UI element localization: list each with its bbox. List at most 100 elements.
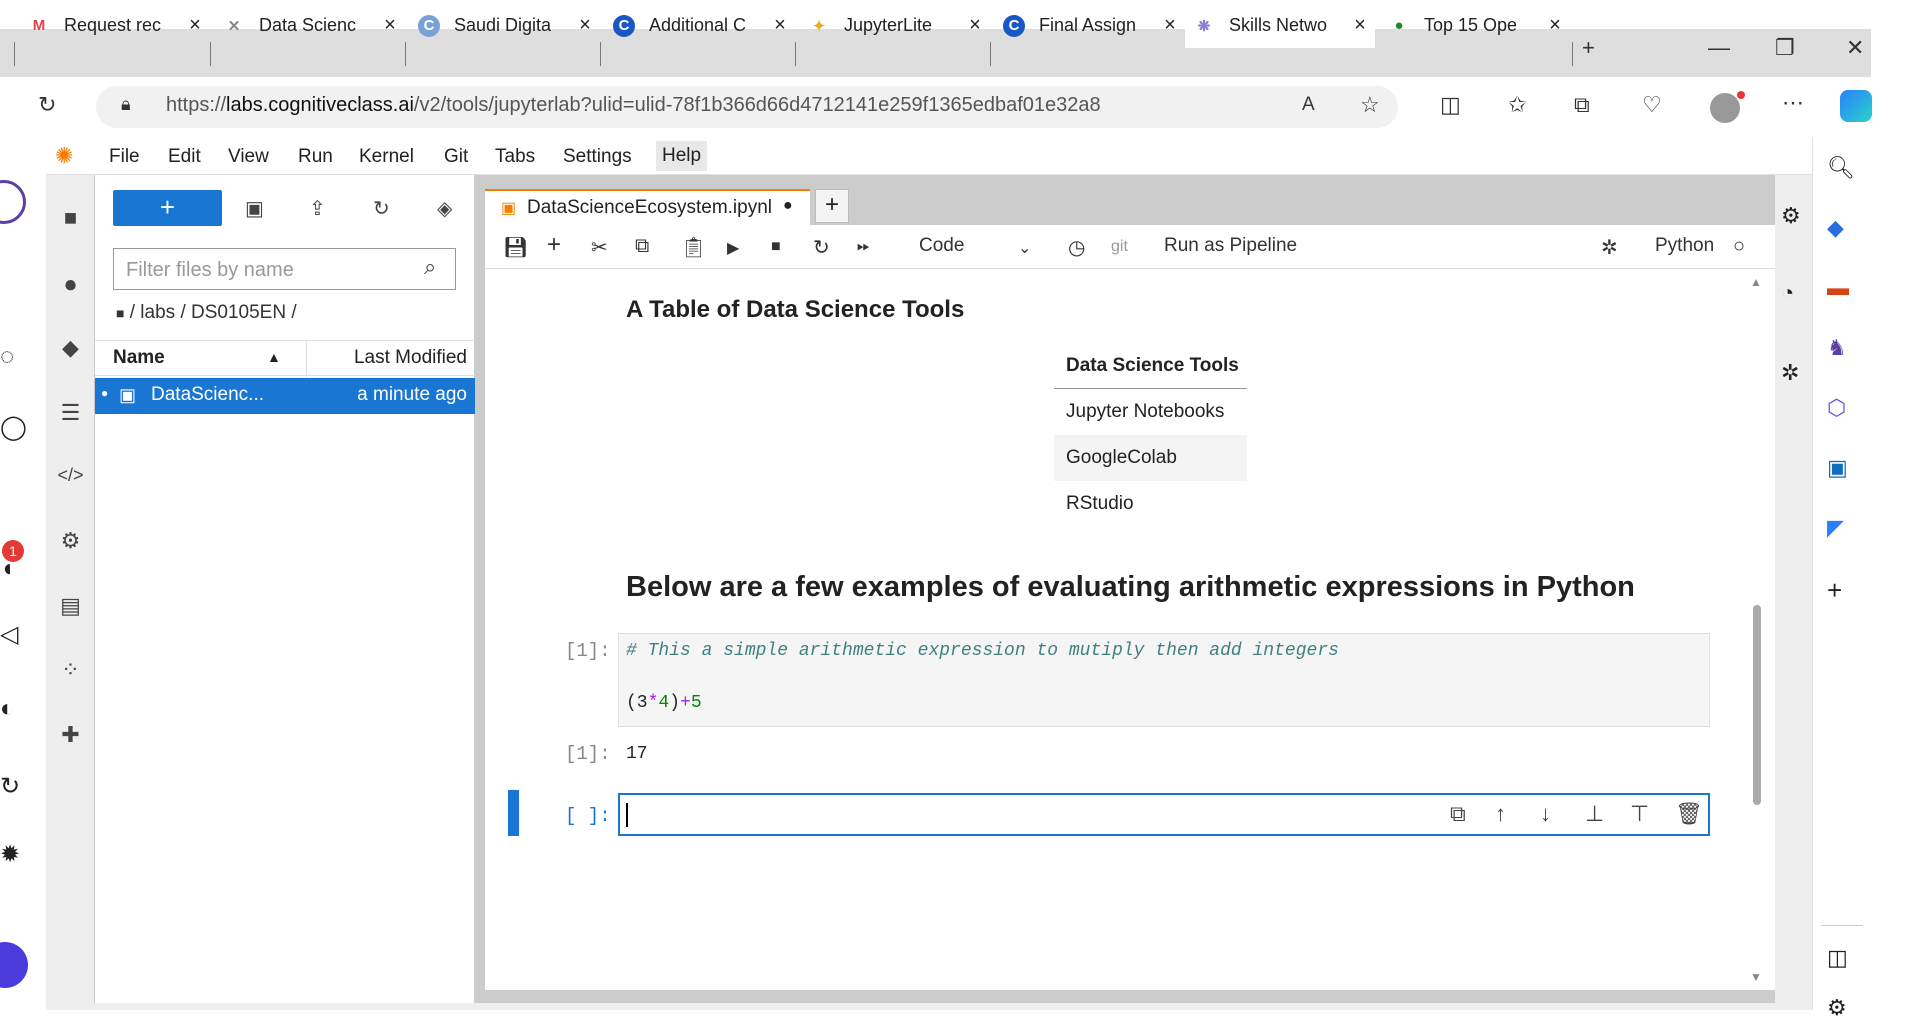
duplicate-cell-icon[interactable]: ⧉ <box>1450 801 1466 827</box>
performance-icon[interactable]: ♡ <box>1642 92 1662 118</box>
minimize-icon[interactable]: — <box>1708 35 1730 61</box>
panel-splitter[interactable] <box>475 175 485 1010</box>
folder-icon[interactable]: ■ <box>46 205 95 231</box>
browser-tab-2[interactable]: ✕ Data Scienc × <box>215 3 405 48</box>
menu-file[interactable]: File <box>109 146 140 168</box>
insert-cell-icon[interactable]: + <box>547 231 561 259</box>
notebook-tab[interactable]: ▣ DataScienceEcosystem.ipynl ● <box>485 189 810 225</box>
scroll-up-icon[interactable]: ▲ <box>1750 275 1762 289</box>
sort-up-icon[interactable]: ▲ <box>267 349 281 365</box>
search-icon[interactable]: 🔍︎ <box>1827 155 1855 181</box>
more-menu-icon[interactable]: ⋯ <box>1782 90 1804 116</box>
restore-icon[interactable]: ❐ <box>1775 35 1795 61</box>
column-name[interactable]: Name <box>113 347 165 369</box>
outlook-icon[interactable]: ▣ <box>1827 455 1848 481</box>
office-icon[interactable]: ⬡ <box>1827 395 1846 421</box>
fast-forward-icon[interactable]: ⏩︎ <box>857 238 870 256</box>
file-row[interactable]: ● ▣ DataScienc... a minute ago <box>95 378 475 414</box>
briefcase-icon[interactable]: ▬ <box>1827 275 1849 301</box>
browser-tab-3[interactable]: C Saudi Digita × <box>410 3 600 48</box>
git-label[interactable]: git <box>1111 238 1128 256</box>
property-inspector-icon[interactable]: ⚙ <box>46 528 95 554</box>
close-tab-icon[interactable]: × <box>765 14 795 37</box>
menu-view[interactable]: View <box>228 146 269 168</box>
unsaved-dot-icon[interactable]: ● <box>783 197 793 215</box>
refresh-files-icon[interactable]: ↻ <box>373 196 390 221</box>
collections-icon[interactable]: ⧉ <box>1574 92 1590 118</box>
new-tab-button[interactable]: + <box>815 189 849 223</box>
menu-edit[interactable]: Edit <box>168 146 201 168</box>
extensions-icon[interactable]: ✚ <box>46 722 95 748</box>
history-icon[interactable]: ↻ <box>0 772 20 801</box>
scroll-down-icon[interactable]: ▼ <box>1750 970 1762 984</box>
restart-icon[interactable]: ↻ <box>813 235 830 260</box>
search-icon[interactable]: ◯ <box>0 413 27 442</box>
running-icon[interactable]: ⏺ <box>46 272 95 298</box>
url-text[interactable]: https://labs.cognitiveclass.ai/v2/tools/… <box>166 94 1101 117</box>
settings-icon[interactable]: ⚙ <box>1827 995 1847 1021</box>
move-down-icon[interactable]: ↓ <box>1540 801 1551 827</box>
menu-git[interactable]: Git <box>444 146 468 168</box>
table-of-contents-icon[interactable]: ☰ <box>46 400 95 426</box>
insert-above-icon[interactable]: ⊥ <box>1585 801 1604 827</box>
refresh-icon[interactable]: ↻ <box>38 92 56 118</box>
close-tab-icon[interactable]: × <box>180 14 210 37</box>
delete-cell-icon[interactable]: 🗑︎ <box>1675 801 1703 827</box>
menu-help[interactable]: Help <box>656 141 708 171</box>
browser-tab-6[interactable]: C Final Assign × <box>995 3 1185 48</box>
profile-avatar[interactable] <box>1710 93 1740 123</box>
resource-usage-icon[interactable]: ◔ <box>1781 280 1794 306</box>
scroll-thumb[interactable] <box>1753 605 1761 805</box>
debugger-icon[interactable]: ✲ <box>1601 235 1618 260</box>
upload-icon[interactable]: ⇪ <box>309 196 326 221</box>
add-icon[interactable]: + <box>1827 575 1842 606</box>
vertical-scrollbar[interactable]: ▲ ▼ <box>1750 275 1764 985</box>
split-screen-icon[interactable]: ◫ <box>1440 92 1461 118</box>
bookmark-icon[interactable]: ◁ <box>0 620 18 649</box>
menu-settings[interactable]: Settings <box>563 146 632 168</box>
browser-tab-1[interactable]: M Request rec × <box>20 3 210 48</box>
move-up-icon[interactable]: ↑ <box>1495 801 1506 827</box>
cell-type-select[interactable]: Code <box>919 235 964 257</box>
send-icon[interactable]: ◤ <box>1827 515 1844 541</box>
breadcrumb[interactable]: ■ / labs / DS0105EN / <box>116 302 297 324</box>
chevron-down-icon[interactable]: ⌄ <box>1018 238 1031 258</box>
new-tab-icon[interactable]: + <box>1582 35 1595 61</box>
save-icon[interactable]: 💾︎ <box>503 235 528 260</box>
git-icon[interactable]: ◆ <box>46 335 95 361</box>
copy-icon[interactable]: ⧉ <box>635 235 649 258</box>
lock-icon[interactable]: 🔒︎ <box>121 94 131 115</box>
elyra-icon[interactable]: ▤ <box>46 593 95 619</box>
close-tab-icon[interactable]: × <box>375 14 405 37</box>
column-last-modified[interactable]: Last Modified <box>354 347 467 369</box>
help-icon[interactable]: ◐ <box>0 695 15 723</box>
read-aloud-icon[interactable]: A <box>1302 94 1315 116</box>
git-clone-icon[interactable]: ◈ <box>437 196 452 221</box>
browser-tab-7[interactable]: ❋ Skills Netwo × <box>1185 3 1375 48</box>
sun-icon[interactable]: ✹ <box>0 840 20 869</box>
chess-icon[interactable]: ♞ <box>1827 335 1847 361</box>
favorites-icon[interactable]: ✩ <box>1508 92 1526 118</box>
menu-tabs[interactable]: Tabs <box>495 146 535 168</box>
close-tab-icon[interactable]: × <box>570 14 600 37</box>
paste-icon[interactable]: 📋︎ <box>681 235 706 260</box>
browser-tab-4[interactable]: C Additional C × <box>605 3 795 48</box>
close-tab-icon[interactable]: × <box>1345 14 1375 37</box>
debug-icon[interactable]: ✲ <box>1781 360 1799 386</box>
run-as-pipeline-button[interactable]: Run as Pipeline <box>1164 235 1297 257</box>
menu-run[interactable]: Run <box>298 146 333 168</box>
filter-files-input[interactable]: Filter files by name <box>113 248 456 290</box>
kernel-name[interactable]: Python <box>1655 235 1714 257</box>
copilot-icon[interactable] <box>1840 90 1872 122</box>
property-gears-icon[interactable]: ⚙ <box>1781 203 1801 229</box>
insert-below-icon[interactable]: ⊤ <box>1630 801 1649 827</box>
run-icon[interactable]: ▶ <box>727 238 739 258</box>
new-launcher-button[interactable]: + <box>113 190 222 226</box>
new-folder-icon[interactable]: ▣ <box>245 196 264 221</box>
close-tab-icon[interactable]: × <box>1540 14 1570 37</box>
browser-tab-8[interactable]: ● Top 15 Ope × <box>1380 3 1570 48</box>
favorite-star-icon[interactable]: ☆ <box>1360 92 1380 118</box>
sidebar-toggle-icon[interactable]: ◫ <box>1827 945 1848 971</box>
tag-icon[interactable]: ◆ <box>1827 215 1844 241</box>
browser-tab-5[interactable]: ✦ JupyterLite × <box>800 3 990 48</box>
